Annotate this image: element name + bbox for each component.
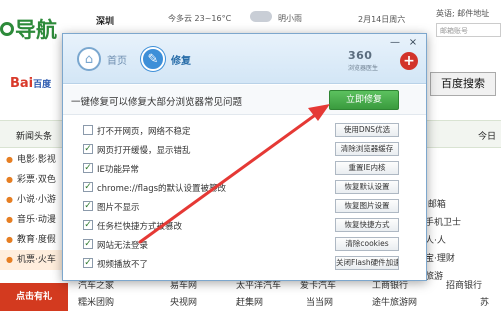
repair-item: ✓ 视频播放不了 关闭Flash硬件加速 bbox=[63, 255, 426, 272]
site-logo[interactable]: 导航 bbox=[0, 14, 57, 44]
repair-item-action-button[interactable]: 关闭Flash硬件加速 bbox=[335, 256, 399, 270]
repair-item-action-button[interactable]: 重置IE内核 bbox=[335, 161, 399, 175]
nav-today[interactable]: 今日 bbox=[478, 129, 496, 142]
tab-repair[interactable]: ✎ 修复 bbox=[141, 44, 191, 74]
repair-item-label: 网页打开缓慢，显示错乱 bbox=[97, 146, 191, 156]
repair-item-action-button[interactable]: 恢复默认设置 bbox=[335, 180, 399, 194]
repair-item: ✓ chrome://flags的默认设置被篡改 恢复默认设置 bbox=[63, 179, 426, 196]
repair-item-checkbox[interactable]: ✓ bbox=[83, 182, 93, 192]
wrench-icon: ✎ bbox=[141, 47, 165, 71]
home-icon: ⌂ bbox=[77, 47, 101, 71]
sidebar-item-movies[interactable]: 电影·影视 bbox=[0, 150, 70, 170]
sidebar-item-education[interactable]: 教育·度假 bbox=[0, 230, 70, 250]
description-text: 一键修复可以修复大部分浏览器常见问题 bbox=[71, 97, 243, 108]
repair-item-action-button[interactable]: 恢复快捷方式 bbox=[335, 218, 399, 232]
logo-ring-icon bbox=[0, 22, 14, 36]
repair-item: ✓ 网站无法登录 清除cookies bbox=[63, 236, 426, 253]
sidebar-item-tickets[interactable]: 机票·火车 bbox=[0, 250, 70, 270]
site-logo-text: 导航 bbox=[15, 18, 57, 42]
tab-home-label: 首页 bbox=[107, 55, 127, 67]
link-cctv[interactable]: 央视网 bbox=[170, 295, 197, 308]
brand-number: 360 bbox=[348, 49, 373, 62]
tab-home[interactable]: ⌂ 首页 bbox=[77, 44, 127, 74]
brand-subtitle: 浏览器医生 bbox=[348, 65, 379, 72]
repair-item-label: 打不开网页，网络不稳定 bbox=[97, 127, 191, 137]
tab-repair-label: 修复 bbox=[171, 55, 191, 67]
right-link-renren[interactable]: 人·人 bbox=[425, 232, 501, 250]
promo-banner[interactable]: 点击有礼 bbox=[0, 283, 68, 311]
repair-item-checkbox[interactable]: ✓ bbox=[83, 258, 93, 268]
description-bar: 一键修复可以修复大部分浏览器常见问题 立即修复 bbox=[63, 85, 426, 115]
link-cmb[interactable]: 招商银行 bbox=[446, 278, 482, 291]
repair-item: ✓ 任务栏快捷方式被篡改 恢复快捷方式 bbox=[63, 217, 426, 234]
repair-item-label: 任务栏快捷方式被篡改 bbox=[97, 222, 183, 232]
repair-item-label: IE功能异常 bbox=[97, 165, 139, 175]
baidu-brand: Bai bbox=[10, 76, 34, 91]
repair-item-checkbox[interactable]: ✓ bbox=[83, 163, 93, 173]
repair-item: 打不开网页，网络不稳定 使用DNS优选 bbox=[63, 122, 426, 139]
sidebar-item-novels[interactable]: 小说·小游 bbox=[0, 190, 70, 210]
baidu-logo[interactable]: Bai百度 bbox=[10, 76, 51, 91]
repair-item: ✓ 图片不显示 恢复图片设置 bbox=[63, 198, 426, 215]
link-ganji[interactable]: 赶集网 bbox=[236, 295, 263, 308]
repair-item: ✓ IE功能异常 重置IE内核 bbox=[63, 160, 426, 177]
dialog-header: ⌂ 首页 ✎ 修复 — × 360 浏览器医生 + bbox=[63, 34, 426, 84]
repair-item-action-button[interactable]: 清除浏览器缓存 bbox=[335, 142, 399, 156]
weather-tomorrow: 明小雨 bbox=[278, 14, 302, 23]
cloud-icon bbox=[250, 11, 272, 22]
repair-item-checkbox[interactable]: ✓ bbox=[83, 220, 93, 230]
repair-item-label: 图片不显示 bbox=[97, 203, 140, 213]
close-button[interactable]: × bbox=[406, 37, 420, 49]
sidebar-item-lottery[interactable]: 彩票·双色 bbox=[0, 170, 70, 190]
baidu-search-button[interactable]: 百度搜索 bbox=[430, 72, 496, 96]
repair-item: ✓ 网页打开缓慢，显示错乱 清除浏览器缓存 bbox=[63, 141, 426, 158]
sidebar-item-music[interactable]: 音乐·动漫 bbox=[0, 210, 70, 230]
browser-doctor-dialog: ⌂ 首页 ✎ 修复 — × 360 浏览器医生 + 一键修复可以修复大部分浏览器… bbox=[62, 33, 427, 281]
homepage-sidebar: 电影·影视 彩票·双色 小说·小游 音乐·动漫 教育·度假 机票·火车 bbox=[0, 150, 70, 270]
fix-now-button[interactable]: 立即修复 bbox=[329, 90, 399, 110]
repair-item-action-button[interactable]: 清除cookies bbox=[335, 237, 399, 251]
right-link-finance[interactable]: 宝·理财 bbox=[425, 250, 501, 268]
repair-item-action-button[interactable]: 恢复图片设置 bbox=[335, 199, 399, 213]
repair-item-label: 网站无法登录 bbox=[97, 241, 149, 251]
repair-item-checkbox[interactable]: ✓ bbox=[83, 201, 93, 211]
baidu-suffix: 百度 bbox=[33, 80, 52, 90]
repair-item-checkbox[interactable]: ✓ bbox=[83, 239, 93, 249]
bottom-links-row-2: 糯米团购 央视网 赶集网 当当网 途牛旅游网 苏 bbox=[0, 293, 501, 309]
brand-360-doctor: 360 浏览器医生 + bbox=[348, 49, 426, 79]
repair-item-action-button[interactable]: 使用DNS优选 bbox=[335, 123, 399, 137]
date-text: 2月14日周六 bbox=[358, 15, 406, 24]
link-more[interactable]: 苏 bbox=[480, 295, 489, 308]
right-link-mail[interactable]: ·邮箱 bbox=[425, 196, 501, 214]
repair-item-label: chrome://flags的默认设置被篡改 bbox=[97, 184, 227, 194]
city-name[interactable]: 深圳 bbox=[96, 14, 114, 27]
link-nuomi[interactable]: 糯米团购 bbox=[78, 295, 114, 308]
repair-item-checkbox[interactable]: ✓ bbox=[83, 144, 93, 154]
repair-item-label: 视频播放不了 bbox=[97, 260, 149, 270]
link-tuniu[interactable]: 途牛旅游网 bbox=[372, 295, 417, 308]
plus-shield-icon: + bbox=[400, 52, 418, 70]
mail-user[interactable]: 英语; 邮件地址 bbox=[436, 8, 489, 19]
right-link-security[interactable]: 手机卫士 bbox=[425, 214, 501, 232]
nav-news[interactable]: 新闻头条 bbox=[16, 129, 52, 142]
repair-item-checkbox[interactable] bbox=[83, 125, 93, 135]
minimize-button[interactable]: — bbox=[388, 37, 402, 49]
homepage-right-links: ·邮箱 手机卫士 人·人 宝·理财 旅游 bbox=[425, 196, 501, 286]
mail-input[interactable]: 邮箱账号 bbox=[436, 23, 501, 37]
weather-today: 今多云 23~16°C bbox=[168, 14, 232, 23]
link-dangdang[interactable]: 当当网 bbox=[306, 295, 333, 308]
